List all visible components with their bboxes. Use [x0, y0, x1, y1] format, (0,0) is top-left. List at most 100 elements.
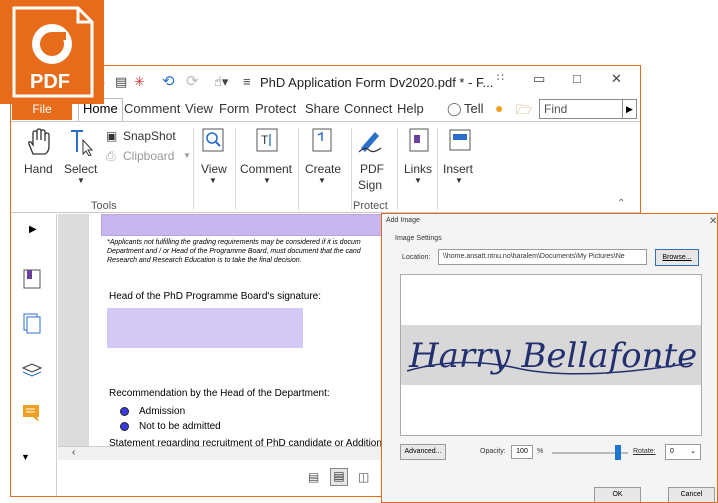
select-label[interactable]: Select	[64, 162, 97, 176]
title-bar: ⎙ ▤ ✳ ⟲ ⟳ ☝▾ ≡ PhD Application Form Dv20…	[11, 66, 640, 98]
insert-button[interactable]: Insert	[443, 162, 473, 176]
location-field[interactable]: \\home.ansatt.ntnu.no\haralem\Documents\…	[438, 249, 647, 265]
folder-search-icon[interactable]: 🗁	[516, 101, 532, 123]
opacity-label: Opacity:	[480, 448, 506, 455]
single-page-icon[interactable]: ▤	[308, 470, 319, 484]
ok-button[interactable]: OK	[594, 487, 641, 502]
snapshot-button[interactable]: SnapShot	[123, 129, 176, 143]
comment-dropdown-icon[interactable]: ▼	[263, 176, 271, 185]
add-image-dialog: Add Image ✕ Image Settings Location: \\h…	[381, 213, 718, 503]
maximize-icon[interactable]: □	[573, 71, 581, 86]
links-dropdown-icon[interactable]: ▼	[414, 176, 422, 185]
form-field[interactable]	[101, 214, 391, 236]
pdf-sign-label-1[interactable]: PDF	[360, 162, 384, 176]
not-admitted-radio[interactable]	[120, 422, 129, 431]
collapse-ribbon-icon[interactable]: ⌃	[617, 198, 625, 209]
group-tools-label: Tools	[91, 200, 117, 212]
signature-field[interactable]	[107, 308, 303, 348]
dialog-close-icon[interactable]: ✕	[709, 216, 717, 227]
find-arrow-icon[interactable]: ▶	[623, 99, 637, 119]
tab-view[interactable]: View	[185, 101, 213, 116]
scroll-left-icon[interactable]: ‹	[72, 447, 75, 458]
signature-graphic: Harry Bellafonte	[406, 336, 697, 376]
view-dropdown-icon[interactable]: ▼	[209, 176, 217, 185]
new-icon[interactable]: ✳	[134, 74, 145, 90]
signature-image: Harry Bellafonte	[401, 325, 701, 385]
find-input[interactable]: Find	[539, 99, 623, 119]
window-title: PhD Application Form Dv2020.pdf * - F...	[260, 75, 494, 90]
pdf-sign-icon[interactable]	[357, 126, 383, 154]
layers-icon[interactable]	[21, 358, 43, 380]
recommendation-heading: Recommendation by the Head of the Depart…	[109, 388, 330, 399]
links-icon[interactable]	[407, 127, 431, 153]
tab-share[interactable]: Share	[305, 101, 340, 116]
create-dropdown-icon[interactable]: ▼	[318, 176, 326, 185]
advanced-button[interactable]: Advanced...	[400, 444, 446, 460]
expand-panel-icon[interactable]: ▶	[29, 224, 51, 246]
camera-icon[interactable]: ▣	[106, 129, 117, 143]
select-dropdown-icon[interactable]: ▼	[77, 176, 85, 185]
undo-icon[interactable]: ⟲	[162, 72, 175, 90]
left-panel: ▶ ▼	[11, 214, 57, 496]
tab-connect[interactable]: Connect	[344, 101, 392, 116]
ribbon-separator	[437, 128, 438, 210]
tab-help[interactable]: Help	[397, 101, 424, 116]
rotate-label: Rotate:	[633, 448, 656, 455]
image-settings-heading: Image Settings	[395, 235, 442, 242]
window-icon[interactable]: ▤	[115, 74, 127, 90]
pages-icon[interactable]	[21, 312, 43, 334]
group-protect-label: Protect	[353, 200, 388, 212]
select-text-icon[interactable]	[69, 128, 95, 156]
view-button[interactable]: View	[201, 162, 227, 176]
redo-icon[interactable]: ⟳	[186, 72, 199, 90]
hand-tool-icon[interactable]: ☝▾	[214, 74, 228, 90]
cancel-button[interactable]: Cancel	[668, 487, 715, 502]
fullscreen-icon[interactable]: ∷	[497, 71, 504, 84]
dialog-title: Add Image	[386, 217, 420, 224]
bookmarks-icon[interactable]	[21, 268, 43, 290]
tell-me[interactable]: Tell	[464, 101, 484, 116]
clipboard-button[interactable]: Clipboard	[123, 149, 174, 163]
tab-form[interactable]: Form	[219, 101, 249, 116]
rotate-select[interactable]: 0 ⌄	[665, 444, 701, 460]
opacity-input[interactable]: 100	[511, 445, 533, 459]
svg-text:Harry Bellafonte: Harry Bellafonte	[408, 336, 697, 376]
lightbulb-icon[interactable]: ◯	[447, 101, 462, 117]
comment-icon[interactable]: T	[255, 127, 279, 153]
create-button[interactable]: Create	[305, 162, 341, 176]
signature-heading: Head of the PhD Programme Board's signat…	[109, 291, 322, 302]
location-label: Location:	[402, 254, 431, 261]
links-button[interactable]: Links	[404, 162, 432, 176]
ribbon: Hand Select ▼ ▣ SnapShot ⎙ Clipboard ▼ T…	[11, 121, 640, 213]
panel-menu-icon[interactable]: ▼	[21, 452, 43, 474]
customize-icon[interactable]: ≡	[243, 74, 251, 89]
tab-protect[interactable]: Protect	[255, 101, 296, 116]
note-text: Research and Research Education is to ta…	[107, 257, 302, 264]
minimize-icon[interactable]: ▭	[533, 71, 545, 87]
tab-comment[interactable]: Comment	[124, 101, 180, 116]
hand-label[interactable]: Hand	[24, 162, 53, 176]
comments-panel-icon[interactable]	[21, 402, 43, 424]
chevron-down-icon: ⌄	[690, 448, 696, 455]
percent-label: %	[537, 448, 544, 455]
close-icon[interactable]: ✕	[611, 71, 622, 87]
rotate-value: 0	[670, 448, 674, 455]
admission-radio[interactable]	[120, 407, 129, 416]
continuous-page-icon[interactable]: ▤	[330, 468, 348, 486]
insert-dropdown-icon[interactable]: ▼	[455, 176, 463, 185]
pdf-sign-label-2[interactable]: Sign	[358, 178, 382, 192]
clipboard-icon[interactable]: ⎙	[106, 149, 116, 164]
hand-icon[interactable]	[25, 128, 51, 156]
pdf-logo-icon: PDF	[0, 0, 104, 104]
opacity-slider-thumb[interactable]	[615, 445, 621, 460]
logo-text: PDF	[30, 71, 70, 93]
create-icon[interactable]	[310, 127, 334, 153]
comment-button[interactable]: Comment	[240, 162, 292, 176]
browse-button[interactable]: Browse...	[655, 249, 699, 266]
svg-text:T: T	[261, 133, 269, 147]
smiley-icon[interactable]: ●	[495, 100, 503, 116]
facing-page-icon[interactable]: ◫	[358, 470, 369, 484]
insert-icon[interactable]	[448, 127, 472, 153]
view-icon[interactable]	[201, 127, 225, 153]
clipboard-dropdown-icon[interactable]: ▼	[183, 151, 191, 160]
